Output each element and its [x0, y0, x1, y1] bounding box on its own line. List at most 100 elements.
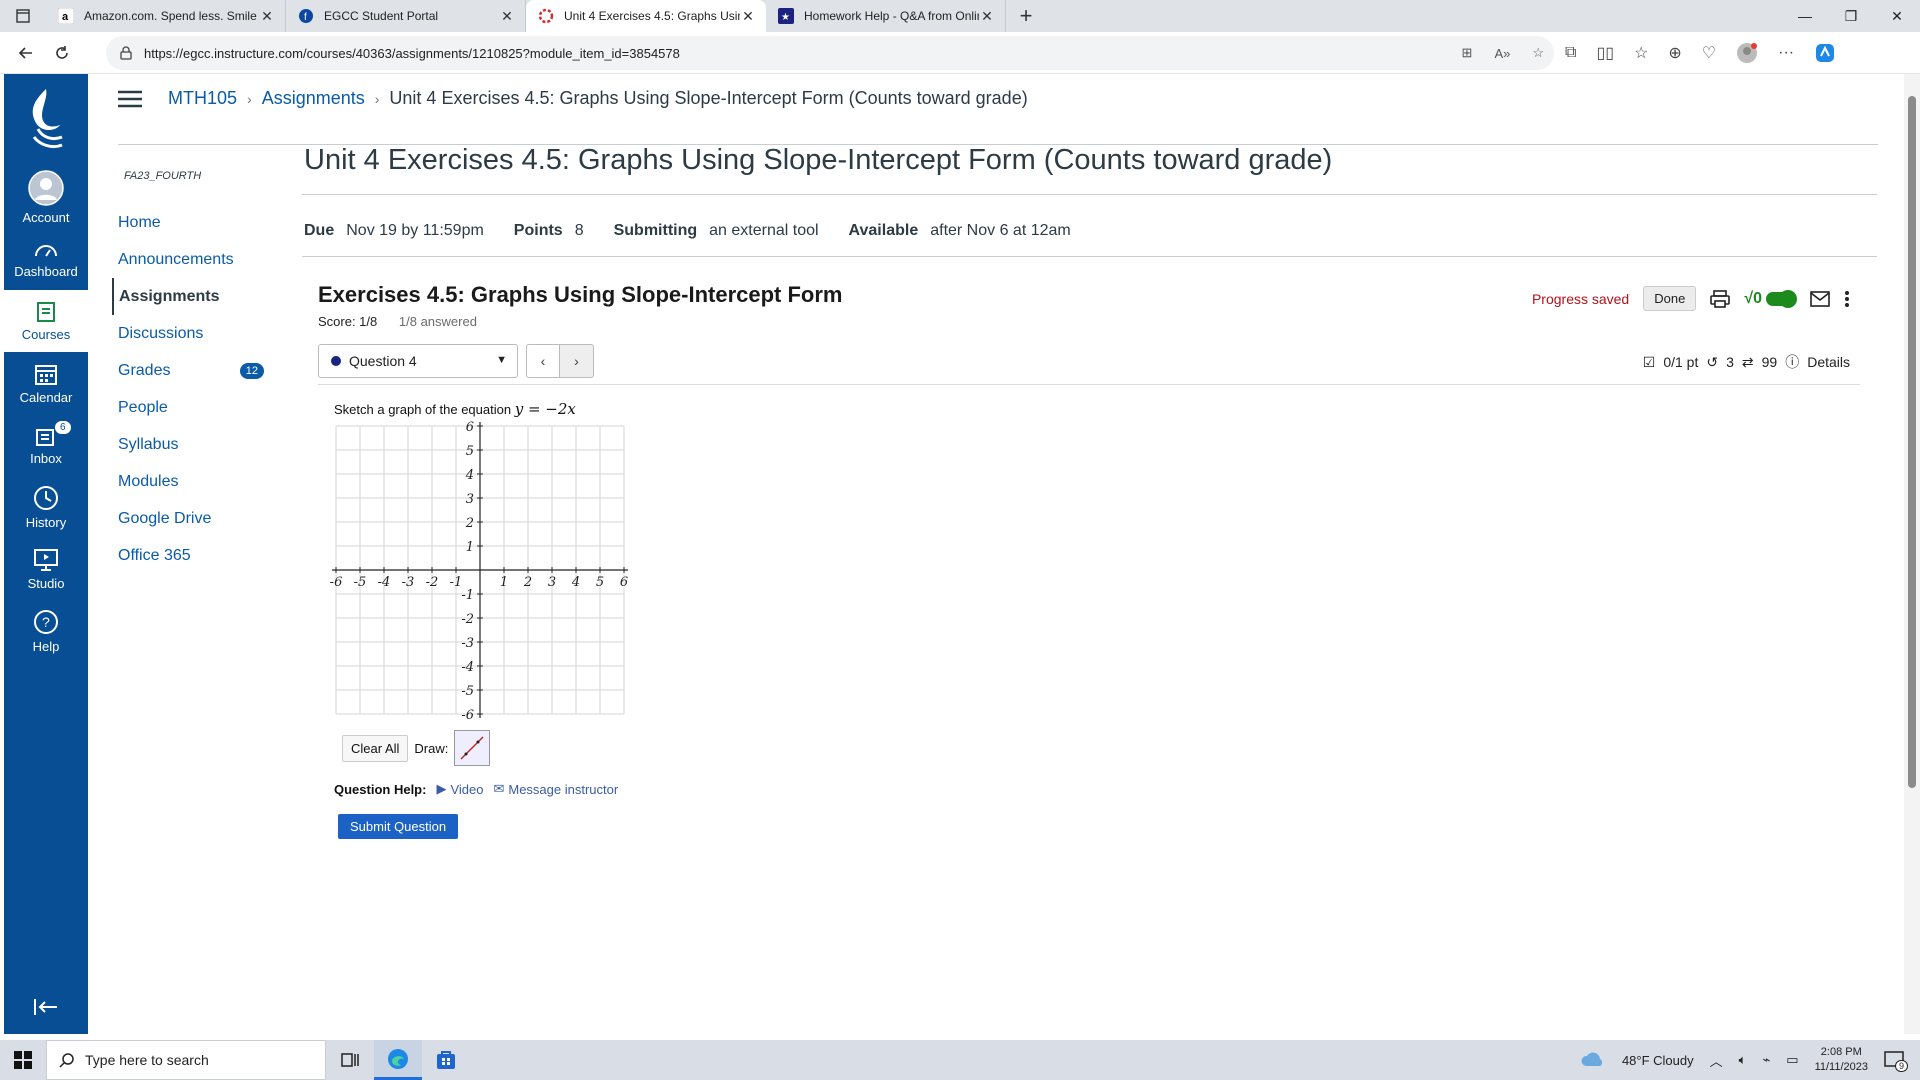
chevron-right-icon: ›: [247, 90, 252, 107]
refresh-icon[interactable]: [44, 35, 80, 71]
submit-question-button[interactable]: Submit Question: [338, 814, 459, 839]
grades-badge: 12: [239, 362, 264, 379]
global-nav-calendar[interactable]: Calendar: [4, 352, 88, 414]
course-nav-announcements[interactable]: Announcements: [112, 241, 282, 278]
clock[interactable]: 2:08 PM 11/11/2023: [1815, 1045, 1868, 1075]
global-nav-help[interactable]: ? Help: [4, 600, 88, 662]
collapse-nav-icon[interactable]: [4, 998, 88, 1016]
back-icon[interactable]: [8, 35, 44, 71]
close-tab-icon[interactable]: ✕: [740, 8, 756, 25]
network-icon[interactable]: ⌁: [1762, 1052, 1770, 1068]
attempts-count: 99: [1761, 354, 1778, 370]
tab-actions-icon[interactable]: [0, 0, 46, 32]
y-tick-label: 2: [465, 516, 474, 531]
question-select[interactable]: Question 4 ▼: [318, 344, 518, 378]
message-instructor-link[interactable]: ✉ Message instructor: [493, 781, 618, 797]
profile-avatar[interactable]: [1736, 42, 1758, 64]
volume-icon[interactable]: 🔈︎: [1739, 1052, 1747, 1068]
new-tab-icon[interactable]: +: [1006, 0, 1046, 32]
print-icon[interactable]: [1710, 289, 1731, 309]
mail-icon[interactable]: [1810, 290, 1830, 307]
favorites-icon[interactable]: ☆: [1634, 43, 1648, 63]
close-tab-icon[interactable]: ✕: [979, 8, 995, 25]
coordinate-grid[interactable]: -6 -5 -4 -3 -2 -1 1 2 3 4 5 6654321-1-2-3-4-5-6: [330, 420, 630, 724]
taskbar-search[interactable]: Type here to search: [46, 1040, 326, 1080]
read-aloud-icon[interactable]: A»: [1494, 46, 1510, 61]
restore-icon[interactable]: ❐: [1828, 0, 1874, 32]
video-link[interactable]: ▶ Video: [436, 781, 483, 797]
breadcrumb-assignments[interactable]: Assignments: [262, 88, 365, 109]
minimize-icon[interactable]: —: [1782, 0, 1828, 32]
app-available-icon[interactable]: ⊞: [1462, 45, 1473, 61]
hamburger-menu-icon[interactable]: [118, 90, 142, 108]
lock-icon[interactable]: [120, 46, 132, 60]
split-screen-icon[interactable]: ▯▯: [1596, 43, 1614, 63]
line-tool-icon[interactable]: [454, 730, 491, 766]
global-nav-studio[interactable]: Studio: [4, 538, 88, 600]
microsoft-store-icon[interactable]: [422, 1040, 470, 1080]
copilot-icon[interactable]: [1814, 42, 1836, 64]
draw-label: Draw:: [414, 740, 449, 756]
institution-logo[interactable]: [4, 74, 88, 166]
course-nav-google-drive[interactable]: Google Drive: [112, 500, 282, 537]
svg-text:f: f: [304, 12, 307, 23]
extensions-icon[interactable]: ⧉: [1565, 44, 1576, 62]
close-tab-icon[interactable]: ✕: [499, 8, 515, 25]
math-entry-toggle[interactable]: √0: [1744, 289, 1797, 308]
y-tick-label: 4: [465, 468, 474, 483]
course-nav-discussions[interactable]: Discussions: [112, 315, 282, 352]
clear-all-button[interactable]: Clear All: [342, 734, 409, 762]
chevron-up-icon[interactable]: ︿: [1710, 1051, 1723, 1070]
task-view-icon[interactable]: [326, 1040, 374, 1080]
details-link[interactable]: Details: [1807, 354, 1850, 370]
close-window-icon[interactable]: ✕: [1874, 0, 1920, 32]
course-nav-home[interactable]: Home: [112, 204, 282, 241]
studio-icon: [33, 548, 59, 572]
next-question-button[interactable]: ›: [560, 344, 594, 378]
favorite-star-icon[interactable]: ☆: [1532, 45, 1544, 61]
browser-tab-amazon[interactable]: a Amazon.com. Spend less. Smile more. ✕: [46, 0, 286, 32]
graphing-canvas[interactable]: -6 -5 -4 -3 -2 -1 1 2 3 4 5 6 6 5 4 3 2 1 -1 -2 -3 -4 -5 -6: [330, 420, 630, 724]
course-nav-modules[interactable]: Modules: [112, 463, 282, 500]
browser-tab-canvas[interactable]: Unit 4 Exercises 4.5: Graphs Using Slope…: [526, 0, 766, 32]
breadcrumb-course[interactable]: MTH105: [168, 88, 237, 109]
done-button[interactable]: Done: [1643, 286, 1697, 311]
browser-tab-chegg[interactable]: ★ Homework Help - Q&A from Online Tutors…: [766, 0, 1006, 32]
inbox-unread-badge: 6: [54, 420, 72, 435]
due-value: Nov 19 by 11:59pm: [346, 222, 484, 239]
collections-icon[interactable]: ⊕: [1668, 43, 1681, 63]
page-scrollbar[interactable]: [1904, 74, 1920, 1034]
edge-browser-icon[interactable]: [374, 1040, 422, 1080]
windows-start-icon[interactable]: [0, 1040, 46, 1080]
course-nav-syllabus[interactable]: Syllabus: [112, 426, 282, 463]
global-nav-history[interactable]: History: [4, 476, 88, 538]
course-nav-grades[interactable]: Grades 12: [112, 352, 282, 389]
envelope-icon: ✉: [493, 781, 505, 796]
previous-question-button[interactable]: ‹: [526, 344, 560, 378]
course-nav-people[interactable]: People: [112, 389, 282, 426]
global-nav-inbox[interactable]: 6 Inbox: [4, 414, 88, 476]
global-nav-account[interactable]: Account: [4, 166, 88, 228]
address-bar[interactable]: https://egcc.instructure.com/courses/403…: [106, 36, 1554, 70]
weather-text[interactable]: 48°F Cloudy: [1622, 1053, 1694, 1068]
battery-icon[interactable]: ▭: [1786, 1052, 1798, 1068]
global-nav-dashboard[interactable]: Dashboard: [4, 228, 88, 290]
x-tick-label: -2: [426, 575, 439, 590]
more-menu-icon[interactable]: ···: [1778, 44, 1794, 62]
scrollbar-thumb[interactable]: [1908, 96, 1916, 788]
window-controls: — ❐ ✕: [1782, 0, 1920, 32]
course-nav-assignments[interactable]: Assignments: [112, 278, 282, 315]
svg-text:?: ?: [42, 614, 50, 630]
performance-icon[interactable]: ♡: [1702, 43, 1716, 63]
browser-tab-egcc[interactable]: f EGCC Student Portal ✕: [286, 0, 526, 32]
progress-status: Progress saved: [1531, 290, 1630, 307]
notification-icon[interactable]: 9: [1884, 1050, 1908, 1072]
info-icon[interactable]: ⓘ: [1785, 352, 1799, 372]
more-options-icon[interactable]: [1844, 290, 1850, 308]
close-tab-icon[interactable]: ✕: [259, 8, 275, 25]
address-bar-actions: ⊞ A» ☆: [1462, 36, 1544, 70]
course-nav-office-365[interactable]: Office 365: [112, 537, 282, 574]
points-label: Points: [513, 222, 563, 239]
y-tick-label: 3: [466, 492, 474, 507]
global-nav-courses[interactable]: Courses: [4, 290, 88, 352]
